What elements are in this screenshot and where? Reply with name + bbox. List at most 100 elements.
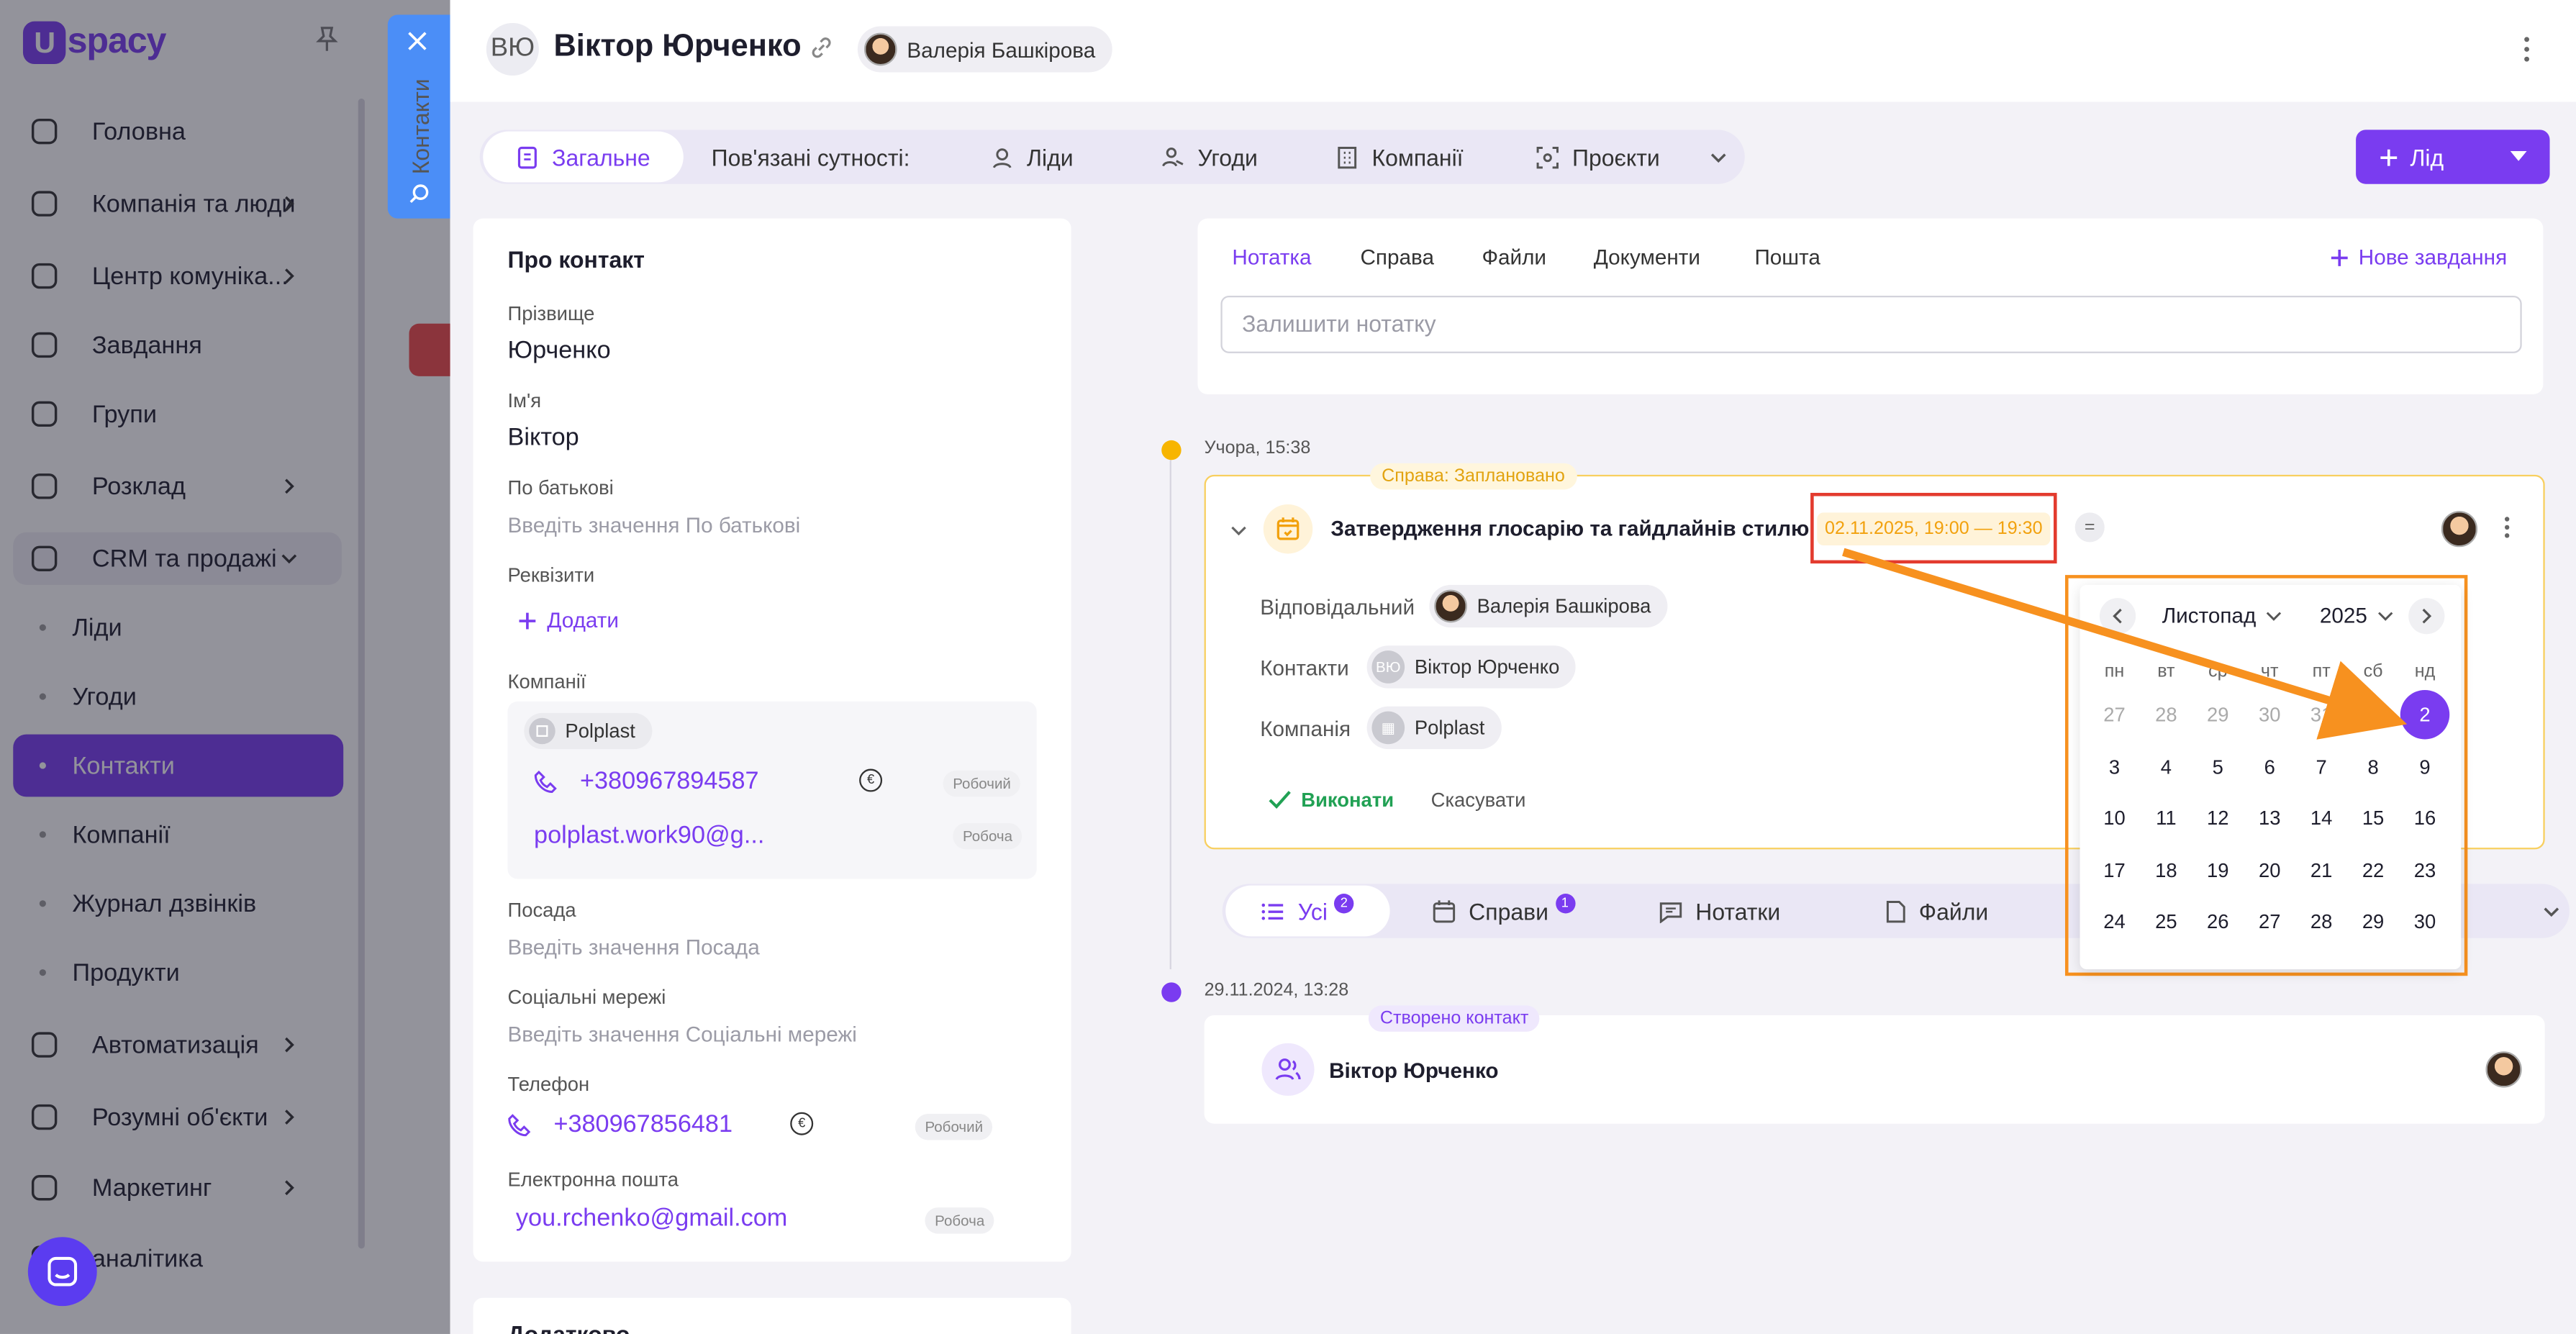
company-chip[interactable]: ▦ Polplast (1366, 706, 1502, 750)
add-lead-button[interactable]: Лід (2356, 130, 2550, 184)
surname-value[interactable]: Юрченко (508, 337, 611, 365)
building-icon (1338, 145, 1357, 168)
calendar-day[interactable]: 13 (2245, 794, 2294, 843)
calendar-day[interactable]: 21 (2297, 845, 2346, 894)
chevron-down-icon (2377, 611, 2393, 620)
calendar-day[interactable]: 5 (2193, 742, 2242, 791)
calendar-day[interactable]: 29 (2193, 690, 2242, 739)
company-email-link[interactable]: polplast.work90@g... (534, 822, 764, 850)
calendar-day[interactable]: 25 (2141, 897, 2190, 946)
email-type-badge: Робоча (925, 1207, 994, 1234)
patronymic-field[interactable]: Введіть значення По батькові (508, 512, 801, 537)
calendar-day[interactable]: 28 (2141, 690, 2190, 739)
tab-projects[interactable]: Проєкти (1536, 130, 1660, 183)
calendar-day[interactable]: 30 (2245, 690, 2294, 739)
calendar-day[interactable]: 16 (2400, 794, 2449, 843)
name-value[interactable]: Віктор (508, 424, 579, 452)
year-select[interactable]: 2025 (2320, 603, 2394, 627)
tab-note[interactable]: Нотатка (1232, 245, 1311, 269)
email-link[interactable]: you.rchenko@gmail.com (516, 1204, 787, 1233)
new-task-button[interactable]: Нове завдання (2329, 245, 2507, 269)
calendar-day[interactable]: 22 (2349, 845, 2398, 894)
task-date-badge[interactable]: 02.11.2025, 19:00 — 19:30 (1810, 492, 2057, 564)
link-icon[interactable] (808, 35, 835, 61)
weekday-label: вт (2157, 662, 2175, 682)
social-label: Соціальні мережі (507, 985, 666, 1009)
calendar-day[interactable]: 23 (2400, 845, 2449, 894)
task-title[interactable]: Затвердження глосарію та гайдлайнів стил… (1330, 516, 1809, 540)
calendar-day[interactable]: 28 (2297, 897, 2346, 946)
modal-overlay[interactable] (0, 0, 450, 1334)
calendar-day[interactable]: 27 (2090, 690, 2139, 739)
tab-mail[interactable]: Пошта (1754, 245, 1820, 269)
search-icon[interactable] (407, 182, 430, 205)
calendar-day[interactable]: 20 (2245, 845, 2294, 894)
calendar-day[interactable]: 26 (2193, 897, 2242, 946)
priority-badge[interactable]: = (2074, 512, 2105, 543)
responsible-chip[interactable]: Валерія Башкірова (1429, 584, 1668, 628)
calendar-day[interactable]: 17 (2090, 845, 2139, 894)
chat-widget-button[interactable] (27, 1237, 97, 1307)
calendar-day[interactable]: 12 (2193, 794, 2242, 843)
calendar-day[interactable]: 10 (2090, 794, 2139, 843)
calendar-day[interactable]: 7 (2297, 742, 2346, 791)
filter-all[interactable]: Усі 2 (1225, 885, 1390, 937)
prev-month-button[interactable] (2099, 598, 2136, 635)
contact-chip[interactable]: ВЮ Віктор Юрченко (1366, 645, 1577, 689)
complete-button[interactable]: Виконати (1269, 789, 1394, 812)
month-select[interactable]: Листопад (2162, 603, 2282, 627)
calendar-check-icon (1263, 504, 1313, 554)
filter-notes[interactable]: Нотатки (1659, 884, 1780, 938)
calendar-day[interactable]: 27 (2245, 897, 2294, 946)
viber-icon[interactable]: € (859, 768, 883, 792)
social-field[interactable]: Введіть значення Соціальні мережі (508, 1022, 857, 1046)
calendar-day[interactable]: 19 (2193, 845, 2242, 894)
phone-icon (534, 769, 557, 792)
phone-link[interactable]: +380967856481 (508, 1110, 733, 1138)
tab-deals[interactable]: Угоди (1161, 130, 1258, 183)
responsible-chip[interactable]: Валерія Башкірова (857, 26, 1112, 73)
tab-companies[interactable]: Компанії (1335, 130, 1464, 183)
calendar-day[interactable]: 11 (2141, 794, 2190, 843)
calendar-day[interactable]: 9 (2400, 742, 2449, 791)
chevron-down-icon[interactable] (2541, 902, 2561, 921)
next-month-button[interactable] (2408, 598, 2445, 635)
position-field[interactable]: Введіть значення Посада (508, 935, 760, 959)
calendar-day[interactable]: 15 (2349, 794, 2398, 843)
calendar-day[interactable]: 2 (2400, 689, 2450, 740)
calendar-day[interactable]: 18 (2141, 845, 2190, 894)
calendar-day[interactable]: 6 (2245, 742, 2294, 791)
chevron-down-icon[interactable] (1229, 521, 1248, 540)
company-phone-link[interactable]: +380967894587 (534, 767, 759, 795)
cancel-button[interactable]: Скасувати (1431, 789, 1526, 812)
calendar-day[interactable]: 14 (2297, 794, 2346, 843)
tab-general[interactable]: Загальне (483, 131, 684, 183)
more-icon[interactable] (2523, 36, 2530, 63)
calendar-day[interactable]: 4 (2141, 742, 2190, 791)
tab-leads[interactable]: Ліди (991, 130, 1074, 183)
tab-documents[interactable]: Документи (1594, 245, 1700, 269)
company-chip[interactable]: Polplast (524, 712, 652, 750)
caret-down-icon[interactable] (2510, 151, 2527, 161)
calendar-day[interactable]: 30 (2400, 897, 2449, 946)
more-icon[interactable] (2504, 516, 2511, 539)
calendar-day[interactable]: 24 (2090, 897, 2139, 946)
calendar-day[interactable]: 3 (2090, 742, 2139, 791)
contact-name[interactable]: Віктор Юрченко (1329, 1058, 1498, 1082)
close-icon[interactable] (407, 31, 427, 50)
about-title: Про контакт (507, 246, 645, 273)
calendar-day[interactable]: 8 (2349, 742, 2398, 791)
tab-files[interactable]: Файли (1482, 245, 1546, 269)
tab-task[interactable]: Справа (1360, 245, 1433, 269)
contacts-side-tab[interactable]: Контакти (387, 14, 450, 219)
company-box: Polplast +380967894587 € Робочий polplas… (507, 701, 1037, 879)
chevron-down-icon[interactable] (1709, 130, 1742, 183)
add-requisites-button[interactable]: Додати (517, 608, 619, 632)
filter-files[interactable]: Файли (1886, 884, 1988, 938)
calendar-day[interactable]: 31 (2297, 690, 2346, 739)
viber-icon[interactable]: € (790, 1112, 814, 1135)
calendar-day[interactable]: 29 (2349, 897, 2398, 946)
filter-tasks[interactable]: Справи 1 (1433, 884, 1575, 938)
note-input[interactable]: Залишити нотатку (1220, 295, 2522, 353)
phone-type-badge: Робочий (943, 770, 1021, 797)
